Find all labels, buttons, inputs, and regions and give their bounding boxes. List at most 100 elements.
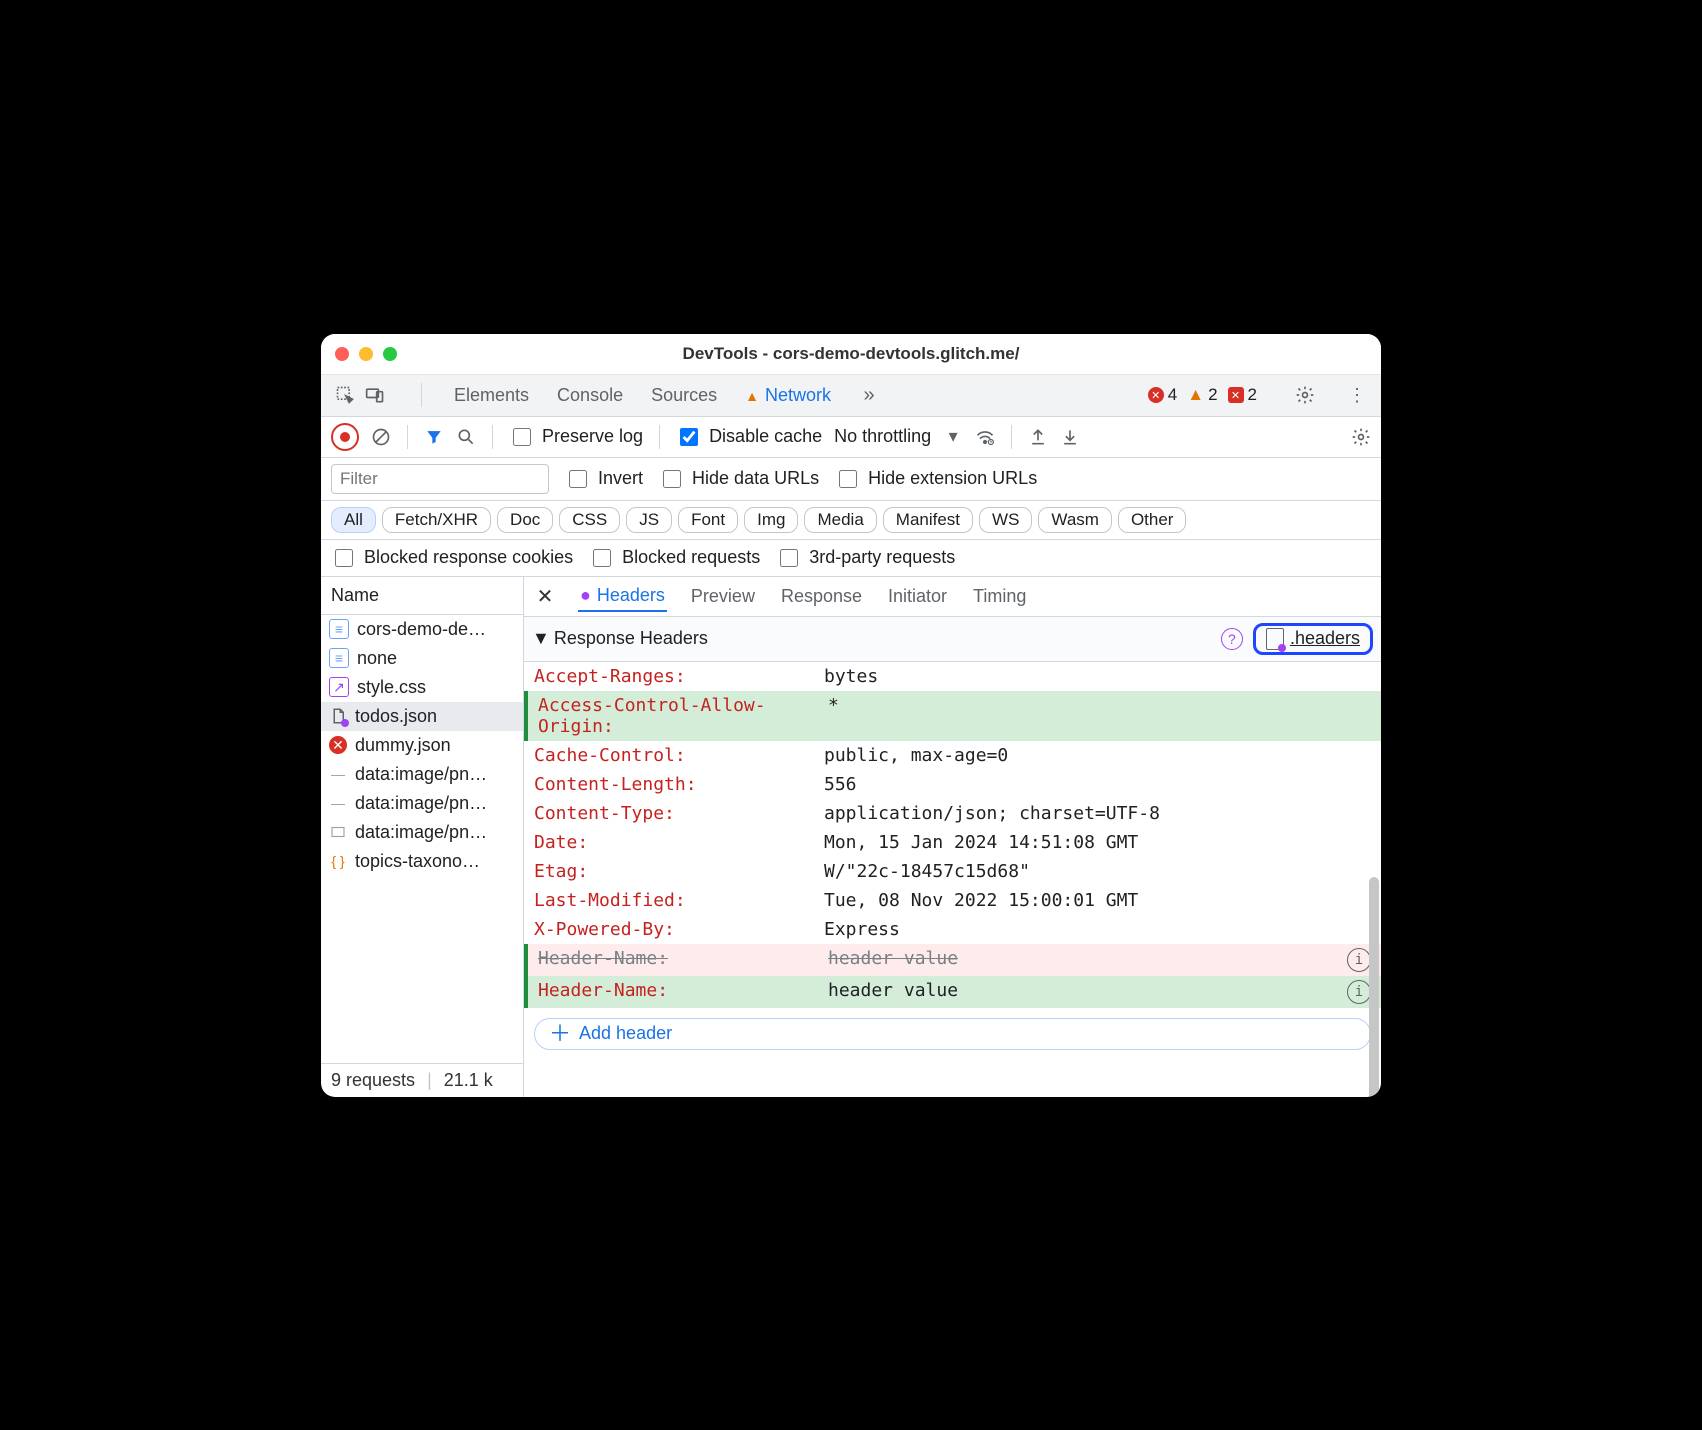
disclosure-caret-icon[interactable]: ▼ bbox=[532, 628, 550, 649]
header-value: * bbox=[828, 695, 1371, 716]
image-icon bbox=[329, 823, 347, 841]
request-name: style.css bbox=[357, 677, 426, 698]
download-har-icon[interactable] bbox=[1060, 427, 1080, 447]
type-pill-font[interactable]: Font bbox=[678, 507, 738, 533]
document-icon: ≡ bbox=[329, 648, 349, 668]
throttling-caret-icon[interactable]: ▾ bbox=[943, 427, 963, 447]
network-conditions-icon[interactable] bbox=[975, 427, 995, 447]
data-url-icon: — bbox=[329, 794, 347, 812]
detail-tab-initiator[interactable]: Initiator bbox=[886, 582, 949, 611]
request-name: data:image/pn… bbox=[355, 822, 487, 843]
detail-tab-preview[interactable]: Preview bbox=[689, 582, 757, 611]
header-name: Content-Length: bbox=[534, 774, 824, 795]
header-row[interactable]: Header-Name:header valuei bbox=[524, 944, 1381, 976]
tab-sources[interactable]: Sources bbox=[651, 381, 717, 410]
info-icon[interactable]: i bbox=[1347, 980, 1371, 1004]
filter-icon[interactable] bbox=[424, 427, 444, 447]
blocked-requests-checkbox[interactable]: Blocked requests bbox=[589, 546, 760, 570]
type-filter-row: AllFetch/XHRDocCSSJSFontImgMedia Manifest… bbox=[321, 501, 1381, 540]
header-value: Tue, 08 Nov 2022 15:00:01 GMT bbox=[824, 890, 1371, 911]
panel-settings-gear-icon[interactable] bbox=[1351, 427, 1371, 447]
type-pill-img[interactable]: Img bbox=[744, 507, 798, 533]
header-row[interactable]: Last-Modified:Tue, 08 Nov 2022 15:00:01 … bbox=[524, 886, 1381, 915]
request-row[interactable]: —data:image/pn… bbox=[321, 789, 523, 818]
device-toggle-icon[interactable] bbox=[365, 385, 385, 405]
window-title: DevTools - cors-demo-devtools.glitch.me/ bbox=[321, 344, 1381, 364]
filter-input[interactable] bbox=[331, 464, 549, 494]
response-headers-title: Response Headers bbox=[554, 628, 708, 649]
request-name: dummy.json bbox=[355, 735, 451, 756]
header-row[interactable]: Access-Control-Allow-Origin:* bbox=[524, 691, 1381, 741]
network-toolbar: Preserve log Disable cache No throttling… bbox=[321, 417, 1381, 458]
record-button[interactable] bbox=[331, 423, 359, 451]
header-row[interactable]: Header-Name:header valuei bbox=[524, 976, 1381, 1008]
type-pill-ws[interactable]: WS bbox=[979, 507, 1032, 533]
inspect-icon[interactable] bbox=[335, 385, 355, 405]
detail-tab-headers[interactable]: ●Headers bbox=[578, 581, 667, 612]
upload-har-icon[interactable] bbox=[1028, 427, 1048, 447]
header-name: Cache-Control: bbox=[534, 745, 824, 766]
plus-icon: ＋ bbox=[549, 1023, 571, 1045]
error-counter[interactable]: ✕4 bbox=[1148, 385, 1177, 405]
search-icon[interactable] bbox=[456, 427, 476, 447]
request-row[interactable]: —data:image/pn… bbox=[321, 760, 523, 789]
headers-override-file-link[interactable]: .headers bbox=[1253, 623, 1373, 655]
header-name: Etag: bbox=[534, 861, 824, 882]
request-row[interactable]: data:image/pn… bbox=[321, 818, 523, 847]
issues-counter[interactable]: ✕2 bbox=[1228, 385, 1257, 405]
name-column-header[interactable]: Name bbox=[321, 577, 523, 615]
devtools-window: DevTools - cors-demo-devtools.glitch.me/… bbox=[321, 334, 1381, 1097]
detail-tab-timing[interactable]: Timing bbox=[971, 582, 1028, 611]
preserve-log-checkbox[interactable]: Preserve log bbox=[509, 425, 643, 449]
type-pill-all[interactable]: All bbox=[331, 507, 376, 533]
type-pill-other[interactable]: Other bbox=[1118, 507, 1187, 533]
request-row[interactable]: ≡cors-demo-de… bbox=[321, 615, 523, 644]
response-headers-section-header[interactable]: ▼ Response Headers ? .headers bbox=[524, 617, 1381, 662]
type-pill-doc[interactable]: Doc bbox=[497, 507, 553, 533]
request-row[interactable]: todos.json bbox=[321, 702, 523, 731]
request-row[interactable]: { }topics-taxono… bbox=[321, 847, 523, 876]
header-row[interactable]: Accept-Ranges:bytes bbox=[524, 662, 1381, 691]
hide-extension-urls-checkbox[interactable]: Hide extension URLs bbox=[835, 467, 1037, 491]
tab-console[interactable]: Console bbox=[557, 381, 623, 410]
help-icon[interactable]: ? bbox=[1221, 628, 1243, 650]
hide-data-urls-checkbox[interactable]: Hide data URLs bbox=[659, 467, 819, 491]
invert-checkbox[interactable]: Invert bbox=[565, 467, 643, 491]
more-tabs-icon[interactable]: » bbox=[859, 385, 879, 405]
header-row[interactable]: X-Powered-By:Express bbox=[524, 915, 1381, 944]
header-row[interactable]: Date:Mon, 15 Jan 2024 14:51:08 GMT bbox=[524, 828, 1381, 857]
throttling-select[interactable]: No throttling bbox=[834, 426, 931, 447]
vertical-scrollbar[interactable] bbox=[1369, 877, 1379, 1097]
warning-counter[interactable]: ▲2 bbox=[1187, 385, 1217, 405]
type-pill-wasm[interactable]: Wasm bbox=[1038, 507, 1112, 533]
type-pill-fetch-xhr[interactable]: Fetch/XHR bbox=[382, 507, 491, 533]
settings-gear-icon[interactable] bbox=[1295, 385, 1315, 405]
header-name: Content-Type: bbox=[534, 803, 824, 824]
request-row[interactable]: ≡none bbox=[321, 644, 523, 673]
type-pill-manifest[interactable]: Manifest bbox=[883, 507, 973, 533]
title-bar: DevTools - cors-demo-devtools.glitch.me/ bbox=[321, 334, 1381, 375]
type-pill-media[interactable]: Media bbox=[804, 507, 876, 533]
header-name: Access-Control-Allow-Origin: bbox=[538, 695, 828, 737]
status-transfer-size: 21.1 k bbox=[444, 1070, 493, 1091]
info-icon[interactable]: i bbox=[1347, 948, 1371, 972]
header-row[interactable]: Cache-Control:public, max-age=0 bbox=[524, 741, 1381, 770]
header-row[interactable]: Content-Length:556 bbox=[524, 770, 1381, 799]
request-row[interactable]: ✕dummy.json bbox=[321, 731, 523, 760]
header-row[interactable]: Etag:W/"22c-18457c15d68" bbox=[524, 857, 1381, 886]
close-detail-icon[interactable]: ✕ bbox=[534, 584, 556, 609]
third-party-checkbox[interactable]: 3rd-party requests bbox=[776, 546, 955, 570]
type-pill-js[interactable]: JS bbox=[626, 507, 672, 533]
kebab-menu-icon[interactable]: ⋮ bbox=[1347, 385, 1367, 405]
request-row[interactable]: ↗style.css bbox=[321, 673, 523, 702]
disable-cache-checkbox[interactable]: Disable cache bbox=[676, 425, 822, 449]
header-value: application/json; charset=UTF-8 bbox=[824, 803, 1371, 824]
clear-icon[interactable] bbox=[371, 427, 391, 447]
blocked-cookies-checkbox[interactable]: Blocked response cookies bbox=[331, 546, 573, 570]
add-header-button[interactable]: ＋ Add header bbox=[534, 1018, 1371, 1050]
detail-tab-response[interactable]: Response bbox=[779, 582, 864, 611]
tab-elements[interactable]: Elements bbox=[454, 381, 529, 410]
type-pill-css[interactable]: CSS bbox=[559, 507, 620, 533]
tab-network[interactable]: Network bbox=[745, 381, 831, 410]
header-row[interactable]: Content-Type:application/json; charset=U… bbox=[524, 799, 1381, 828]
